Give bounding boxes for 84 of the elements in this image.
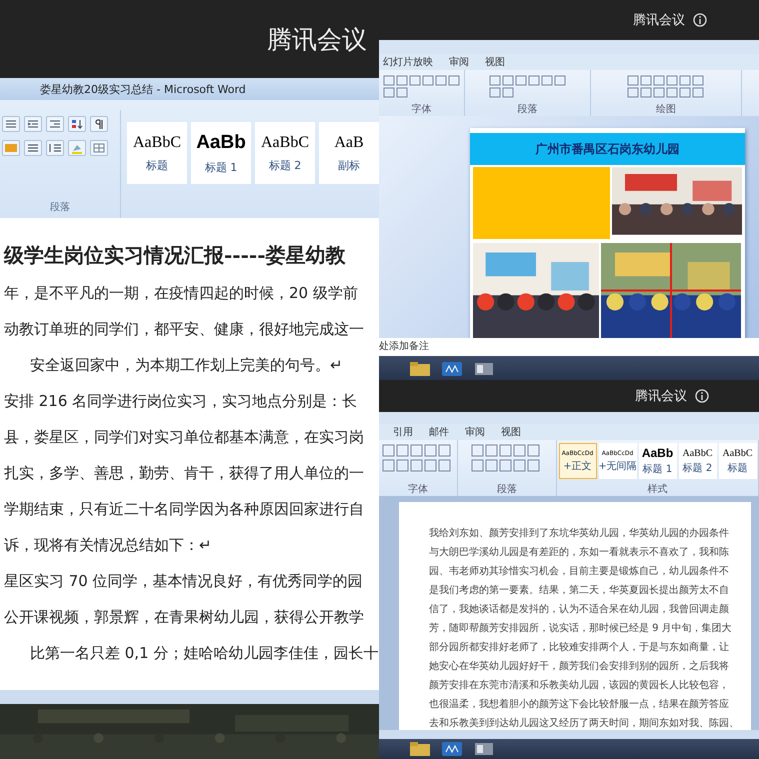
ribbon-tab[interactable]: 幻灯片放映 (383, 55, 433, 69)
document-text: 与大朗巴学溪幼儿园是有差距的，东如一看就表示不喜欢了，我和陈 (429, 546, 730, 560)
style-name: 标题 1 (642, 462, 672, 476)
app-icon[interactable] (441, 741, 463, 757)
ribbon-tab[interactable]: 审阅 (449, 55, 469, 69)
style-tile[interactable]: AaBbC 标题 2 (255, 122, 315, 184)
ribbon-tab[interactable]: 邮件 (429, 425, 449, 439)
toolbar-icons-drawing[interactable] (488, 74, 568, 100)
style-name: 标题 (146, 158, 168, 172)
group-label: 段落 (518, 102, 538, 116)
style-sample: AaBbC (261, 134, 309, 152)
document-text: 去和乐教美到到达幼儿园这又经历了两天时间，期间东如对我、陈园、 (429, 716, 740, 730)
style-name: 标题 2 (682, 462, 712, 474)
document-text: 县，娄星区，同学们对实习单位都基本满意，在实习岗 (4, 427, 365, 448)
document-text: 园、韦老师劝其珍惜实习机会，目前主要是锻炼自己，幼儿园条件不 (429, 564, 730, 579)
document-text: 扎实，多学、善思，勤劳、肯干，获得了用人单位的一 (4, 463, 365, 484)
window-icon[interactable] (473, 361, 495, 377)
style-sample: AaBbC (682, 448, 712, 458)
info-icon[interactable] (693, 13, 707, 27)
style-tile[interactable]: AaBbC 标题 2 (678, 443, 716, 479)
meeting-title: 腾讯会议 (635, 388, 687, 405)
document-text: 我给刘东如、颜芳安排到了东坑华英幼儿园，华英幼儿园的办园条件 (429, 526, 730, 541)
style-sample: AaBb (642, 446, 674, 460)
style-tile[interactable]: AaBb 标题 1 (191, 122, 251, 184)
document-text: 学期结束，只有近二十名同学因为各种原因回家进行自 (4, 499, 365, 520)
window-title-bar: 娄星幼教20级实习总结 - Microsoft Word (0, 78, 379, 100)
style-name: +正文 (563, 460, 592, 472)
folder-icon[interactable] (409, 361, 431, 377)
document-text: 动教订单班的同学们，都平安、健康，很好地完成这一 (4, 319, 365, 340)
group-label: 字体 (408, 482, 428, 496)
document-text: 是我们考虑的第一要素。结果，第二天，华英夏园长提出颜芳太不自 (429, 584, 730, 598)
indent-icon[interactable] (24, 116, 42, 132)
folder-icon[interactable] (409, 741, 431, 757)
toolbar-icons-drawing[interactable] (382, 74, 462, 100)
document-heading: 级学生岗位实习情况汇报-----娄星幼教 (4, 242, 347, 269)
paragraph-mark-icon[interactable] (90, 116, 108, 132)
style-tile[interactable]: AaBbC 标题 (718, 443, 756, 479)
style-sample: AaBbC (133, 134, 181, 152)
document-text: 年，是不平凡的一期，在疫情四起的时候，20 级学前 (4, 283, 359, 304)
meeting-title: 腾讯会议 (633, 12, 685, 29)
document-text: 部分园所都安排好老师了，比较难安排两个人，于是与东如商量，让 (429, 640, 730, 655)
document-text: 信了，我她谈话都是发抖的，认为不适合呆在幼儿园，我曾回调走颜 (429, 602, 730, 617)
document-text: 颜芳安排在东莞市清溪和乐教美幼儿园，该园的黄园长人比较包容， (429, 678, 730, 693)
document-text: 安全返回家中，为本期工作划上完美的句号。↵ (29, 355, 344, 376)
indent-icon[interactable] (46, 116, 64, 132)
group-label: 段落 (49, 200, 71, 215)
style-name: 标题 1 (204, 160, 238, 174)
style-name: 副标 (338, 158, 360, 172)
document-text: 诉，现将有关情况总结如下：↵ (4, 535, 213, 556)
meeting-title: 腾讯会议 (267, 24, 367, 56)
sort-icon[interactable] (68, 116, 86, 132)
document-text: 比第一名只差 0,1 分；娃哈哈幼儿园李佳佳，园长十 (29, 643, 379, 664)
toolbar-icons-drawing[interactable] (626, 74, 706, 100)
bullet-list-icon[interactable] (2, 116, 20, 132)
group-label: 字体 (412, 102, 432, 116)
style-sample: AaBb (196, 132, 246, 154)
style-name: 标题 (728, 462, 748, 474)
document-text: 她安心在华英幼儿园好好干，颜芳我们会安排到别的园所，之后我将 (429, 660, 730, 674)
document-text: 公开课视频，郭景辉，在青果树幼儿园，获得公开教学 (4, 607, 365, 628)
style-tile[interactable]: AaBb 标题 1 (638, 443, 676, 479)
group-label: 段落 (497, 482, 517, 496)
style-sample: AaBbC (722, 448, 752, 458)
notes-pane: 处添加备注 (379, 338, 759, 356)
slide-title: 广州市番禺区石岗东幼儿园 (470, 133, 745, 165)
group-label: 样式 (648, 482, 668, 496)
document-text: 星区实习 70 位同学，基本情况良好，有优秀同学的园 (4, 571, 364, 592)
style-name: +无间隔 (598, 460, 637, 472)
group-label: 绘图 (656, 103, 676, 116)
app-icon[interactable] (441, 361, 463, 377)
style-tile[interactable]: AaBbC 标题 (127, 122, 187, 184)
window-icon[interactable] (473, 741, 495, 757)
style-name: 标题 2 (268, 158, 302, 172)
ribbon-tab[interactable]: 引用 (393, 425, 413, 439)
document-text: 也很温柔，我想着胆小的颜芳这下会比较舒服一点，结果在颜芳答应 (429, 698, 730, 712)
style-sample: AaB (334, 134, 364, 152)
document-text: 芳，随即帮颜芳安排园所，说实话，那时候已经是 9 月中旬，集团大 (429, 622, 733, 636)
border-icon[interactable] (90, 140, 108, 156)
ribbon-tab[interactable]: 视图 (485, 55, 505, 69)
info-icon[interactable] (695, 389, 709, 403)
style-tile[interactable]: AaB 副标 (319, 122, 379, 184)
ribbon-tab[interactable]: 审阅 (465, 425, 485, 439)
ribbon-tab[interactable]: 视图 (501, 425, 521, 439)
document-text: 安排 216 名同学进行岗位实习，实习地点分别是：长 (4, 391, 358, 412)
line-spacing-icon[interactable] (46, 140, 64, 156)
